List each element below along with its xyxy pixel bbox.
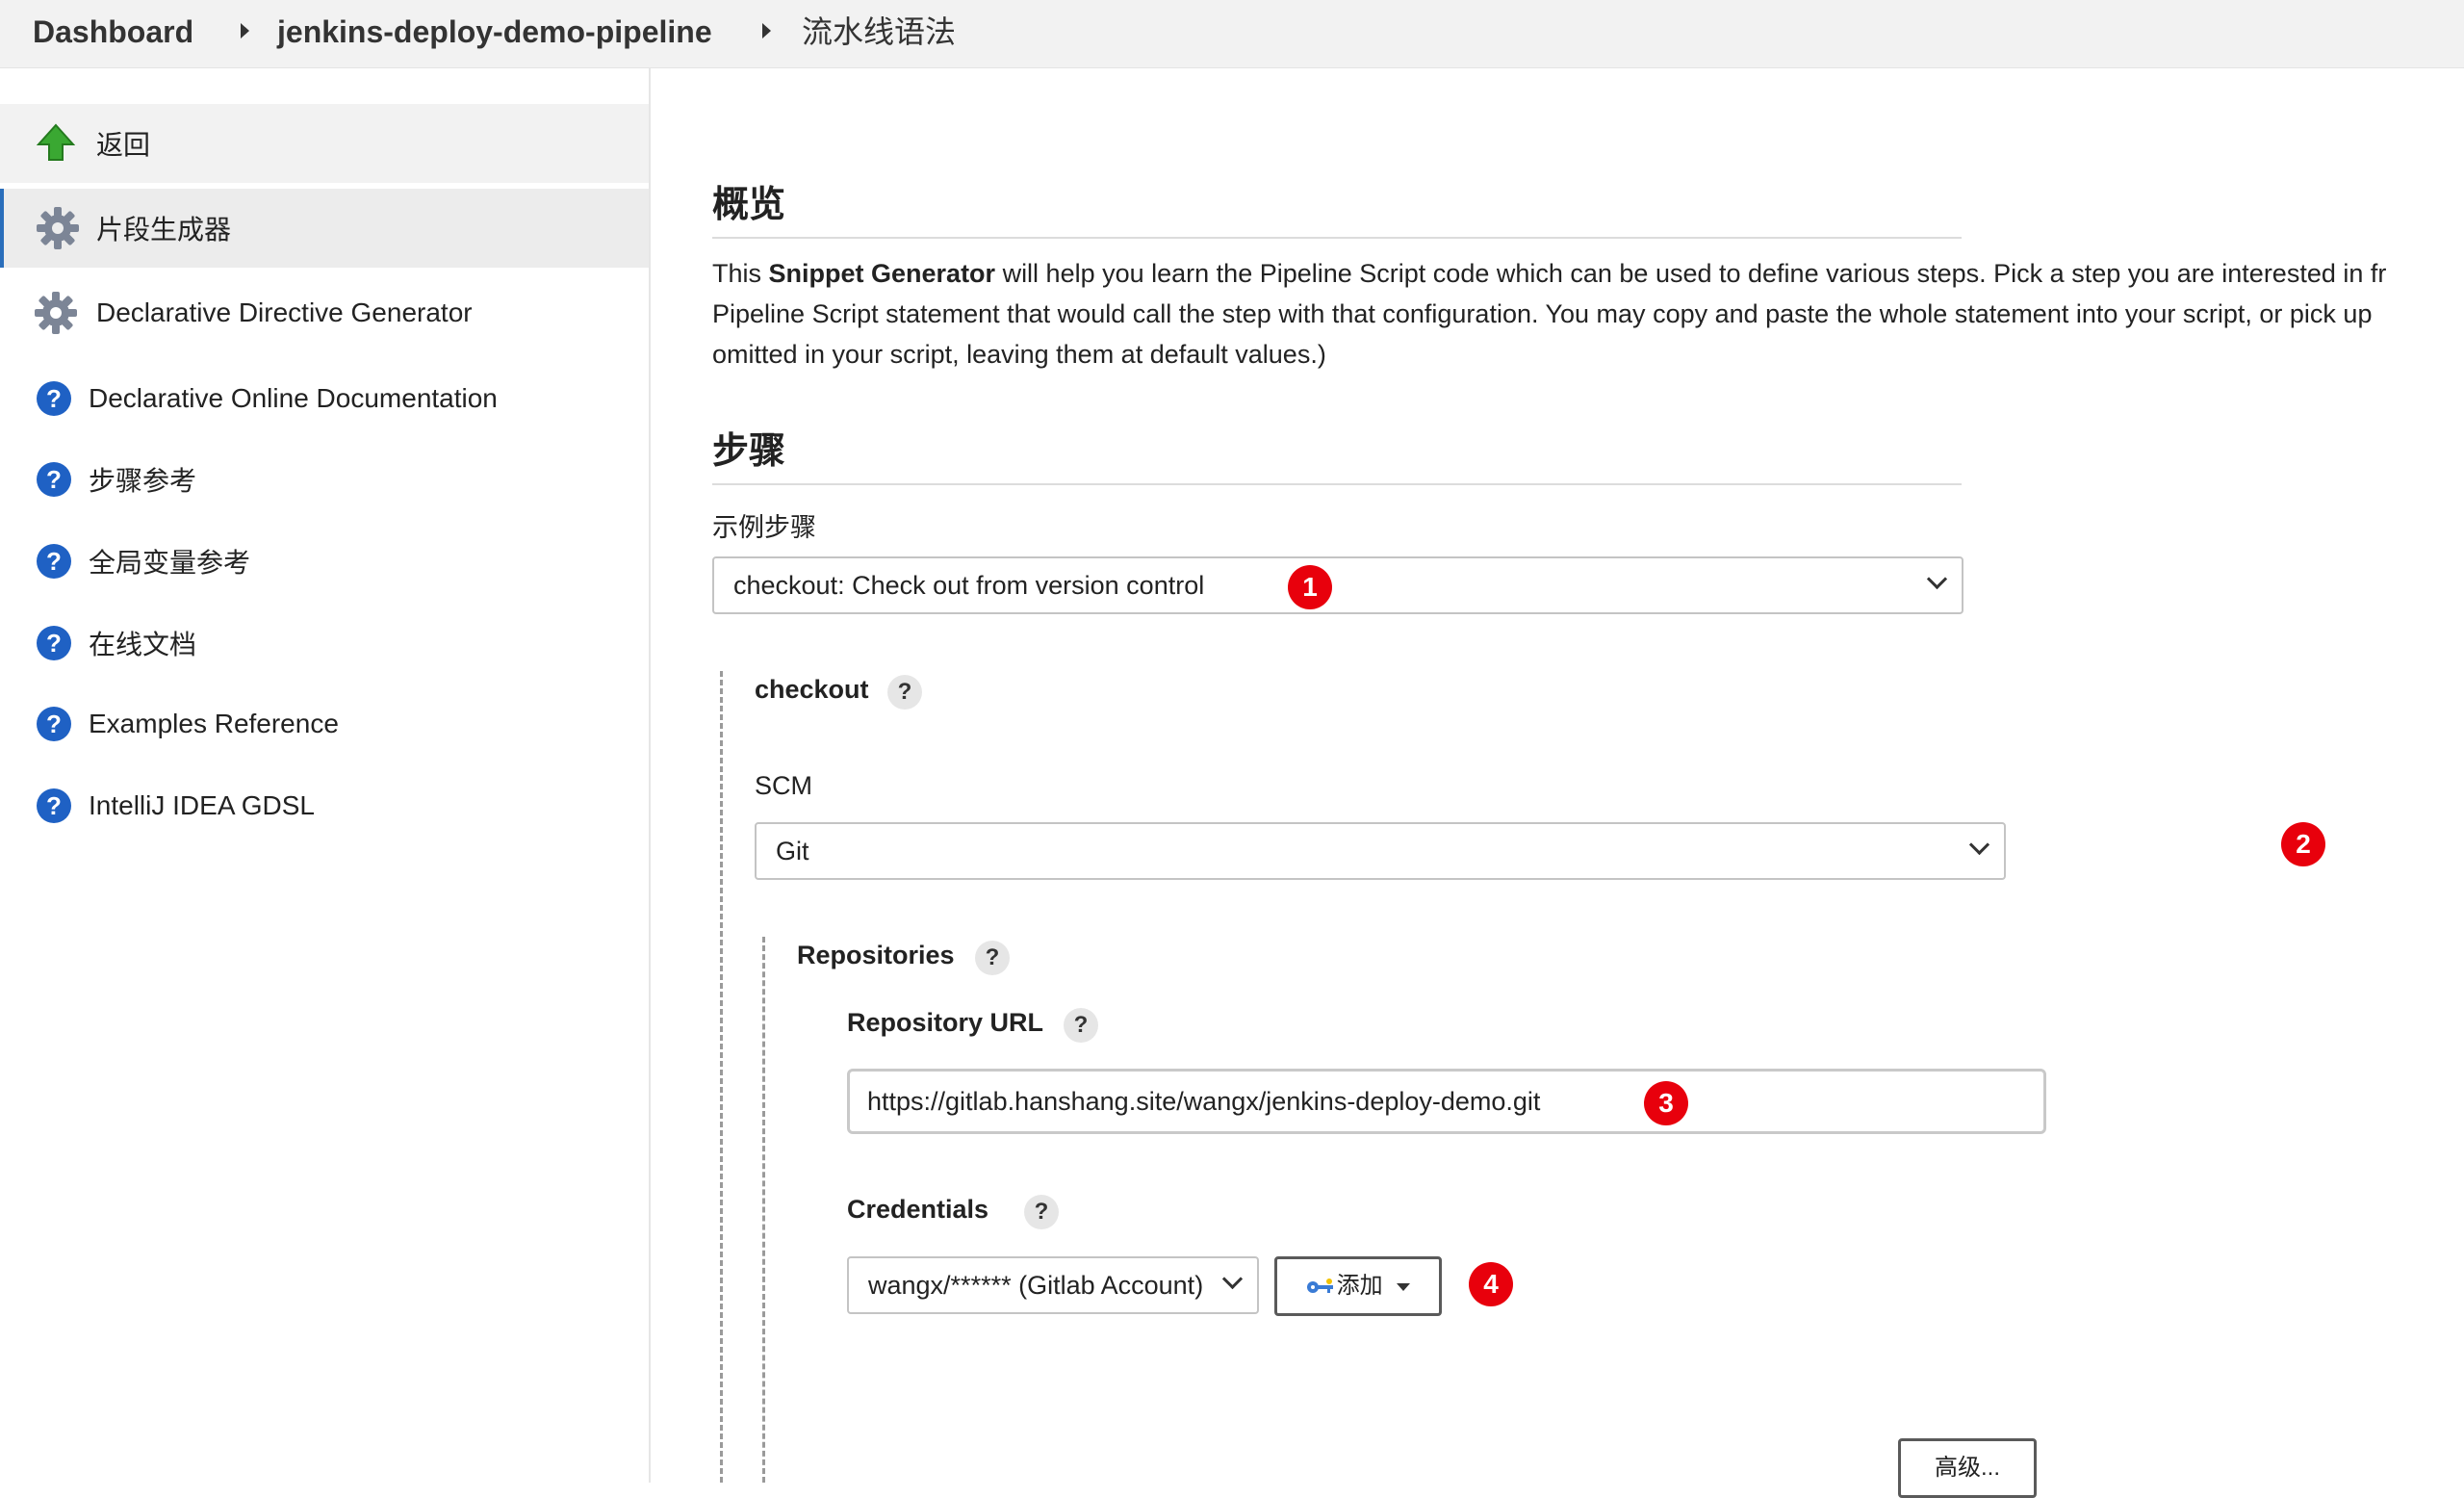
help-icon: ? [37,626,71,660]
sidebar-item-declarative-online-documentation[interactable]: ? Declarative Online Documentation [0,359,649,438]
annotation-badge-1: 1 [1288,565,1332,609]
overview-heading: 概览 [712,174,1962,239]
sidebar-item-examples-reference[interactable]: ? Examples Reference [0,684,649,763]
checkout-section-border [720,671,723,1483]
add-credentials-button[interactable]: 添加 [1274,1256,1442,1316]
steps-heading: 步骤 [712,421,1962,485]
sidebar-item-back[interactable]: 返回 [0,104,649,183]
overview-text: This [712,259,769,288]
key-icon [1306,1278,1333,1293]
help-icon[interactable]: ? [1024,1195,1059,1229]
sidebar-item-label: Declarative Online Documentation [89,383,498,413]
main-content: 概览 This Snippet Generator will help you … [651,68,2464,1498]
sidebar-item-global-variable-reference[interactable]: ? 全局变量参考 [0,522,649,601]
help-icon[interactable]: ? [975,941,1010,975]
help-icon: ? [37,462,71,497]
add-button-label: 添加 [1336,1273,1383,1299]
credentials-label: Credentials [847,1195,989,1224]
sidebar-item-label: Examples Reference [89,709,339,738]
sidebar-item-online-docs[interactable]: ? 在线文档 [0,604,649,683]
sample-step-select[interactable]: checkout: Check out from version control [712,556,1964,614]
repositories-section-border [762,937,765,1483]
help-icon: ? [37,544,71,579]
breadcrumb-pipeline-syntax[interactable]: 流水线语法 [802,0,956,64]
sidebar-item-label: 全局变量参考 [89,548,251,578]
overview-bold-text: Snippet Generator [768,259,996,288]
select-value: Git [776,837,809,865]
chevron-down-icon [1926,568,1948,590]
checkout-label: checkout [755,675,869,704]
breadcrumb-dashboard[interactable]: Dashboard [33,0,193,64]
chevron-down-icon [1221,1268,1244,1290]
annotation-badge-4: 4 [1469,1262,1513,1306]
sidebar-item-label: 步骤参考 [89,466,197,496]
overview-description: This Snippet Generator will help you lea… [712,253,2464,374]
overview-text: Pipeline Script statement that would cal… [712,299,2373,328]
breadcrumb: Dashboard jenkins-deploy-demo-pipeline 流… [0,0,2464,68]
help-icon[interactable]: ? [1064,1008,1098,1043]
repositories-label: Repositories [797,941,955,969]
repository-url-input[interactable]: https://gitlab.hanshang.site/wangx/jenki… [847,1069,2046,1134]
sidebar-item-declarative-directive-generator[interactable]: Declarative Directive Generator [0,273,649,352]
overview-text: will help you learn the Pipeline Script … [995,259,2387,288]
help-icon: ? [37,788,71,823]
annotation-badge-2: 2 [2281,822,2325,866]
annotation-badge-3: 3 [1644,1081,1688,1125]
repository-url-label: Repository URL [847,1008,1044,1037]
up-arrow-icon [37,123,75,161]
sidebar-item-label: Declarative Directive Generator [96,297,473,327]
help-icon[interactable]: ? [887,675,922,710]
select-value: checkout: Check out from version control [733,571,1205,600]
chevron-right-icon [241,23,249,39]
gear-icon [37,207,79,249]
gear-icon [35,292,77,334]
sidebar-item-step-reference[interactable]: ? 步骤参考 [0,440,649,519]
sidebar-item-snippet-generator[interactable]: 片段生成器 [0,189,649,268]
select-value: wangx/****** (Gitlab Account) [868,1271,1204,1300]
breadcrumb-pipeline[interactable]: jenkins-deploy-demo-pipeline [277,0,712,64]
advanced-button[interactable]: 高级... [1898,1438,2037,1498]
sidebar-item-label: 在线文档 [89,630,197,659]
scm-label: SCM [755,771,812,800]
chevron-down-icon [1968,834,1990,856]
sample-step-label: 示例步骤 [712,513,816,542]
sidebar-item-label: IntelliJ IDEA GDSL [89,790,315,820]
caret-down-icon [1397,1282,1411,1291]
help-icon: ? [37,707,71,741]
sidebar-item-label: 返回 [96,130,151,160]
chevron-right-icon [762,23,771,39]
sidebar: 返回 片段生成器 Declarative Directive Generator… [0,68,651,1483]
overview-text: omitted in your script, leaving them at … [712,340,1326,369]
sidebar-item-label: 片段生成器 [96,215,232,245]
sidebar-item-intellij-gdsl[interactable]: ? IntelliJ IDEA GDSL [0,766,649,845]
scm-select[interactable]: Git [755,822,2006,880]
credentials-select[interactable]: wangx/****** (Gitlab Account) [847,1256,1259,1314]
help-icon: ? [37,381,71,416]
